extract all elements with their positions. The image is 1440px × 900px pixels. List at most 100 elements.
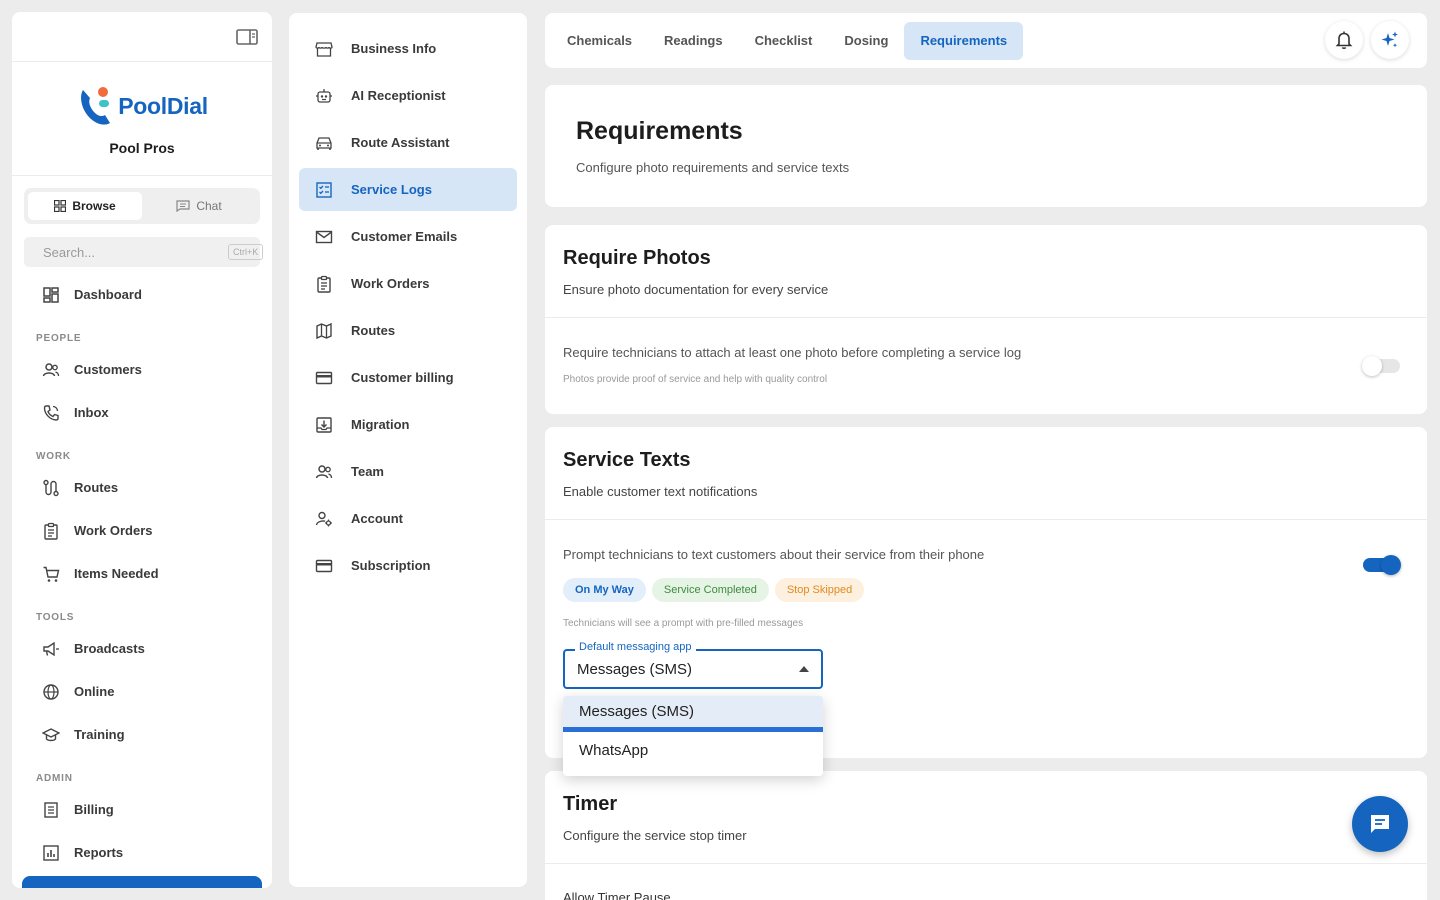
- service-texts-setting-label: Prompt technicians to text customers abo…: [563, 547, 985, 562]
- settings-item-team[interactable]: Team: [299, 450, 517, 493]
- bar-chart-icon: [43, 844, 59, 861]
- settings-item-account[interactable]: Account: [299, 497, 517, 540]
- nav-training[interactable]: Training: [12, 713, 272, 756]
- nav-items-needed[interactable]: Items Needed: [12, 552, 272, 595]
- settings-item-customer-billing[interactable]: Customer billing: [299, 356, 517, 399]
- pooldial-logo[interactable]: PoolDial: [76, 84, 208, 128]
- brand-block: PoolDial Pool Pros: [12, 62, 272, 176]
- search-shortcut: Ctrl+K: [228, 244, 264, 260]
- messaging-app-label: Default messaging app: [575, 641, 696, 653]
- service-texts-toggle[interactable]: [1363, 555, 1401, 575]
- robot-icon: [316, 88, 332, 103]
- settings-item-label: Routes: [351, 323, 396, 338]
- section-tools: TOOLS: [36, 612, 75, 623]
- require-photos-toggle[interactable]: [1362, 356, 1400, 376]
- settings-item-label: Migration: [351, 417, 410, 432]
- option-messages-sms[interactable]: Messages (SMS): [563, 696, 823, 732]
- nav-work-orders[interactable]: Work Orders: [12, 509, 272, 552]
- nav-routes[interactable]: Routes: [12, 466, 272, 509]
- chat-fab-button[interactable]: [1352, 796, 1408, 852]
- tab-checklist[interactable]: Checklist: [739, 22, 829, 60]
- store-icon: [315, 41, 333, 57]
- require-photos-setting-note: Photos provide proof of service and help…: [563, 374, 828, 385]
- service-texts-subtitle: Enable customer text notifications: [563, 484, 758, 499]
- timer-card: Timer Configure the service stop timer A…: [545, 771, 1427, 900]
- nav-inbox[interactable]: Inbox: [12, 391, 272, 434]
- messaging-app-value: Messages (SMS): [577, 660, 693, 678]
- require-photos-card: Require Photos Ensure photo documentatio…: [545, 225, 1427, 414]
- settings-item-label: Route Assistant: [351, 135, 450, 150]
- settings-item-route-assistant[interactable]: Route Assistant: [299, 121, 517, 164]
- nav-billing[interactable]: Billing: [12, 788, 272, 831]
- chip-on-my-way[interactable]: On My Way: [563, 578, 646, 602]
- settings-item-service-logs[interactable]: Service Logs: [299, 168, 517, 211]
- nav-items-needed-label: Items Needed: [74, 566, 159, 581]
- mail-icon: [315, 230, 333, 243]
- caret-up-icon: [799, 666, 809, 672]
- settings-item-label: Customer billing: [351, 370, 454, 385]
- nav-routes-label: Routes: [74, 480, 119, 495]
- car-icon: [316, 136, 332, 150]
- option-whatsapp[interactable]: WhatsApp: [563, 732, 823, 768]
- globe-icon: [43, 683, 59, 700]
- settings-item-ai-receptionist[interactable]: AI Receptionist: [299, 74, 517, 117]
- ai-assistant-button[interactable]: [1371, 21, 1409, 59]
- sidebar-search: Ctrl+K: [24, 237, 264, 267]
- nav-inbox-label: Inbox: [74, 405, 109, 420]
- browse-segment[interactable]: Browse: [28, 192, 142, 220]
- chip-service-completed[interactable]: Service Completed: [651, 578, 769, 602]
- sidebar-toggle-icon[interactable]: [236, 28, 258, 46]
- message-icon: [1371, 815, 1389, 833]
- receipt-icon: [44, 801, 58, 818]
- nav-online[interactable]: Online: [12, 670, 272, 713]
- require-photos-setting-label: Require technicians to attach at least o…: [563, 345, 1022, 360]
- messaging-app-select[interactable]: Default messaging app Messages (SMS): [563, 641, 823, 689]
- browse-chat-segmented: Browse Chat: [24, 188, 260, 224]
- nav-customers[interactable]: Customers: [12, 348, 272, 391]
- messaging-app-menu: Messages (SMS) WhatsApp: [563, 696, 823, 776]
- settings-item-work-orders[interactable]: Work Orders: [299, 262, 517, 305]
- route-icon: [43, 479, 59, 496]
- nav-reports-label: Reports: [74, 845, 124, 860]
- settings-item-label: Subscription: [351, 558, 431, 573]
- map-icon: [316, 322, 332, 339]
- page-header-card: Requirements Configure photo requirement…: [545, 85, 1427, 207]
- browse-label: Browse: [72, 199, 116, 213]
- timer-header: Timer Configure the service stop timer: [545, 771, 1427, 864]
- nav-broadcasts-label: Broadcasts: [74, 641, 145, 656]
- settings-item-label: Customer Emails: [351, 229, 458, 244]
- tab-chemicals[interactable]: Chemicals: [551, 22, 648, 60]
- chip-stop-skipped[interactable]: Stop Skipped: [774, 578, 865, 602]
- settings-item-subscription[interactable]: Subscription: [299, 544, 517, 587]
- allow-timer-pause-label: Allow Timer Pause: [563, 890, 671, 900]
- org-name: Pool Pros: [109, 140, 175, 156]
- notifications-button[interactable]: [1325, 21, 1363, 59]
- nav-broadcasts[interactable]: Broadcasts: [12, 627, 272, 670]
- require-photos-subtitle: Ensure photo documentation for every ser…: [563, 282, 829, 297]
- settings-item-routes[interactable]: Routes: [299, 309, 517, 352]
- main-sidebar: PoolDial Pool Pros Browse Chat Ctrl+K Da…: [12, 12, 272, 888]
- nav-dashboard-label: Dashboard: [74, 287, 142, 302]
- graduation-cap-icon: [42, 727, 60, 741]
- settings-item-customer-emails[interactable]: Customer Emails: [299, 215, 517, 258]
- settings-item-migration[interactable]: Migration: [299, 403, 517, 446]
- tab-dosing[interactable]: Dosing: [828, 22, 904, 60]
- section-people: PEOPLE: [36, 333, 82, 344]
- import-icon: [316, 416, 332, 433]
- search-input[interactable]: [43, 244, 219, 260]
- nav-dashboard[interactable]: Dashboard: [12, 273, 272, 316]
- tab-requirements[interactable]: Requirements: [904, 21, 1024, 60]
- sidebar-active-item[interactable]: [22, 876, 262, 888]
- section-admin: ADMIN: [36, 773, 73, 784]
- settings-item-business-info[interactable]: Business Info: [299, 27, 517, 70]
- tab-readings[interactable]: Readings: [648, 22, 739, 60]
- toggle-knob: [1362, 356, 1382, 376]
- chat-segment[interactable]: Chat: [142, 192, 256, 220]
- settings-tabs-bar: Chemicals Readings Checklist Dosing Requ…: [545, 13, 1427, 68]
- settings-item-label: Account: [351, 511, 403, 526]
- cart-icon: [43, 566, 60, 582]
- dashboard-icon: [43, 286, 59, 303]
- clipboard-icon: [44, 522, 58, 540]
- phone-icon: [43, 404, 59, 421]
- nav-reports[interactable]: Reports: [12, 831, 272, 874]
